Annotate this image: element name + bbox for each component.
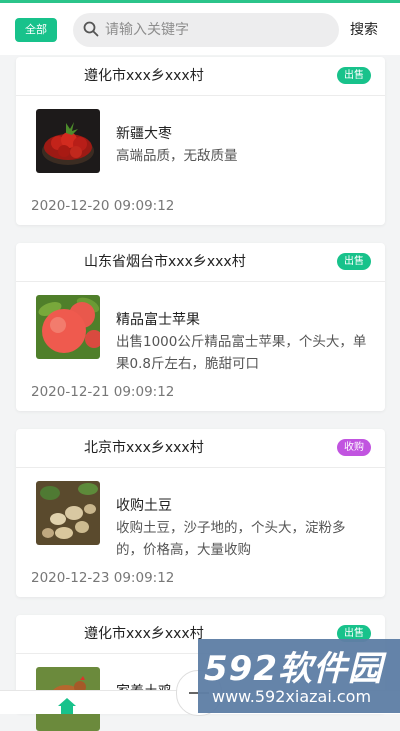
- search-placeholder: 请输入关键字: [105, 22, 189, 38]
- home-icon[interactable]: [57, 697, 77, 714]
- product-title: 精品富士苹果: [116, 312, 200, 328]
- listing-card[interactable]: 北京市xxx乡xxx村 收购 收购土豆 收购土豆，沙子地的，个头大，淀粉多的，价…: [16, 429, 385, 597]
- product-title: 收购土豆: [116, 498, 172, 514]
- card-header: 北京市xxx乡xxx村 收购: [16, 429, 385, 468]
- all-filter-button[interactable]: 全部: [15, 18, 57, 42]
- search-icon: [83, 21, 99, 37]
- watermark-url: www.592xiazai.com: [212, 687, 372, 706]
- search-input[interactable]: 请输入关键字: [73, 13, 339, 47]
- listing-card[interactable]: 山东省烟台市xxx乡xxx村 出售 精品富士苹果 出售1000公斤精品富士苹果，…: [16, 243, 385, 411]
- product-description: 出售1000公斤精品富士苹果，个头大，单果0.8斤左右，脆甜可口: [116, 334, 367, 372]
- apple-photo: [36, 295, 100, 359]
- product-description: 高端品质，无敌质量: [116, 148, 238, 164]
- potato-photo: [36, 481, 100, 545]
- post-date: 2020-12-20 09:09:12: [31, 198, 175, 214]
- location-label: 北京市xxx乡xxx村: [84, 440, 204, 456]
- status-badge: 出售: [337, 67, 371, 84]
- post-date: 2020-12-21 09:09:12: [31, 384, 175, 400]
- location-label: 山东省烟台市xxx乡xxx村: [84, 254, 246, 270]
- post-date: 2020-12-23 09:09:12: [31, 570, 175, 586]
- watermark-logo: 592软件园 www.592xiazai.com: [198, 639, 400, 713]
- search-button[interactable]: 搜索: [350, 13, 378, 47]
- product-title: 新疆大枣: [116, 126, 172, 142]
- status-badge: 收购: [337, 439, 371, 456]
- location-label: 遵化市xxx乡xxx村: [84, 68, 204, 84]
- location-label: 遵化市xxx乡xxx村: [84, 626, 204, 642]
- listing-card[interactable]: 遵化市xxx乡xxx村 出售 新疆大枣 高端品质，无敌质量 2020-12-20…: [16, 57, 385, 225]
- card-header: 遵化市xxx乡xxx村 出售: [16, 57, 385, 96]
- watermark-brand: 592软件园: [204, 649, 383, 689]
- header-bar: 全部 请输入关键字 搜索: [0, 3, 400, 55]
- card-header: 山东省烟台市xxx乡xxx村 出售: [16, 243, 385, 282]
- status-badge: 出售: [337, 253, 371, 270]
- product-description: 收购土豆，沙子地的，个头大，淀粉多的，价格高，大量收购: [116, 520, 346, 558]
- red-dates-photo: [36, 109, 100, 173]
